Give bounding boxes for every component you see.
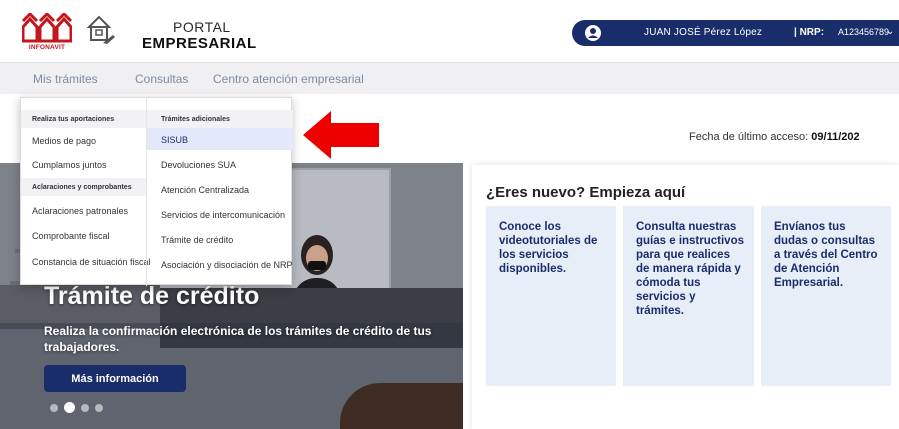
nrp-label: | NRP: (794, 27, 825, 38)
menu-item-comprobante-fiscal[interactable]: Comprobante fiscal (21, 224, 146, 246)
infonavit-logo-text: INFONAVIT (28, 44, 66, 51)
nav-consultas[interactable]: Consultas (135, 72, 188, 86)
carousel-dot[interactable] (81, 403, 89, 412)
menu-item-atencion-centralizada[interactable]: Atención Centralizada (147, 178, 293, 200)
portal-empresarial-icon (86, 15, 115, 44)
menu-item-tramite-credito[interactable]: Trámite de crédito (147, 228, 293, 250)
red-arrow-icon (303, 111, 379, 159)
last-access-label: Fecha de último acceso: (689, 131, 809, 143)
card-videotutoriales[interactable]: Conoce los videotutoriales de los servic… (486, 206, 616, 386)
card-guias[interactable]: Consulta nuestras guías e instructivos p… (623, 206, 754, 386)
user-icon (585, 25, 601, 41)
dropdown-section-header: Trámites adicionales (147, 110, 293, 128)
start-here-panel: ¿Eres nuevo? Empieza aquí Conoce los vid… (472, 165, 899, 429)
carousel-dot-active[interactable] (64, 402, 75, 413)
dropdown-right-column: Trámites adicionales SISUB Devoluciones … (146, 98, 293, 286)
main-nav: Mis trámites Consultas Centro atención e… (0, 62, 899, 94)
more-info-button[interactable]: Más información (44, 365, 186, 392)
portal-title-line1: PORTAL (173, 19, 231, 35)
carousel-dot[interactable] (50, 403, 58, 412)
mis-tramites-dropdown: Realiza tus aportaciones Medios de pago … (20, 97, 293, 286)
chevron-down-icon[interactable]: ⌄ (886, 26, 894, 37)
header: INFONAVIT PORTAL EMPRESARIAL JUAN JOSÉ P… (0, 0, 899, 62)
dropdown-section-header: Aclaraciones y comprobantes (21, 178, 146, 196)
portal-title: PORTAL EMPRESARIAL (120, 20, 257, 51)
nav-centro-atencion[interactable]: Centro atención empresarial (213, 72, 364, 86)
menu-item-cumplamos-juntos[interactable]: Cumplamos juntos (21, 153, 146, 175)
infonavit-logo[interactable]: INFONAVIT (22, 13, 72, 53)
menu-item-servicios-intercomunicacion[interactable]: Servicios de intercomunicación (147, 203, 293, 225)
last-access: Fecha de último acceso: 09/11/202 (689, 131, 860, 143)
nav-mis-tramites[interactable]: Mis trámites (33, 72, 98, 86)
last-access-date: 09/11/202 (811, 131, 860, 143)
infonavit-houses-icon (22, 13, 72, 43)
portal-title-line2: EMPRESARIAL (142, 35, 257, 52)
menu-item-devoluciones-sua[interactable]: Devoluciones SUA (147, 153, 293, 175)
nrp-value: A123456789 (838, 27, 890, 37)
start-here-title: ¿Eres nuevo? Empieza aquí (486, 184, 686, 201)
menu-item-medios-de-pago[interactable]: Medios de pago (21, 129, 146, 151)
menu-item-aclaraciones-patronales[interactable]: Aclaraciones patronales (21, 199, 146, 221)
dropdown-section-header: Realiza tus aportaciones (21, 110, 146, 128)
menu-item-sisub[interactable]: SISUB (147, 128, 293, 150)
hero-title: Trámite de crédito (44, 282, 260, 310)
menu-item-constancia-situacion-fiscal[interactable]: Constancia de situación fiscal (21, 250, 151, 272)
carousel-dot[interactable] (95, 403, 103, 412)
user-name: JUAN JOSÉ Pérez López (644, 27, 763, 38)
menu-item-asociacion-nrp[interactable]: Asociación y disociación de NRP (147, 253, 293, 275)
carousel-dots (50, 402, 103, 413)
hero-subtitle: Realiza la confirmación electrónica de l… (44, 324, 432, 354)
user-menu[interactable]: JUAN JOSÉ Pérez López | NRP: A123456789 … (572, 20, 899, 46)
card-contacto[interactable]: Envíanos tus dudas o consultas a través … (761, 206, 891, 386)
